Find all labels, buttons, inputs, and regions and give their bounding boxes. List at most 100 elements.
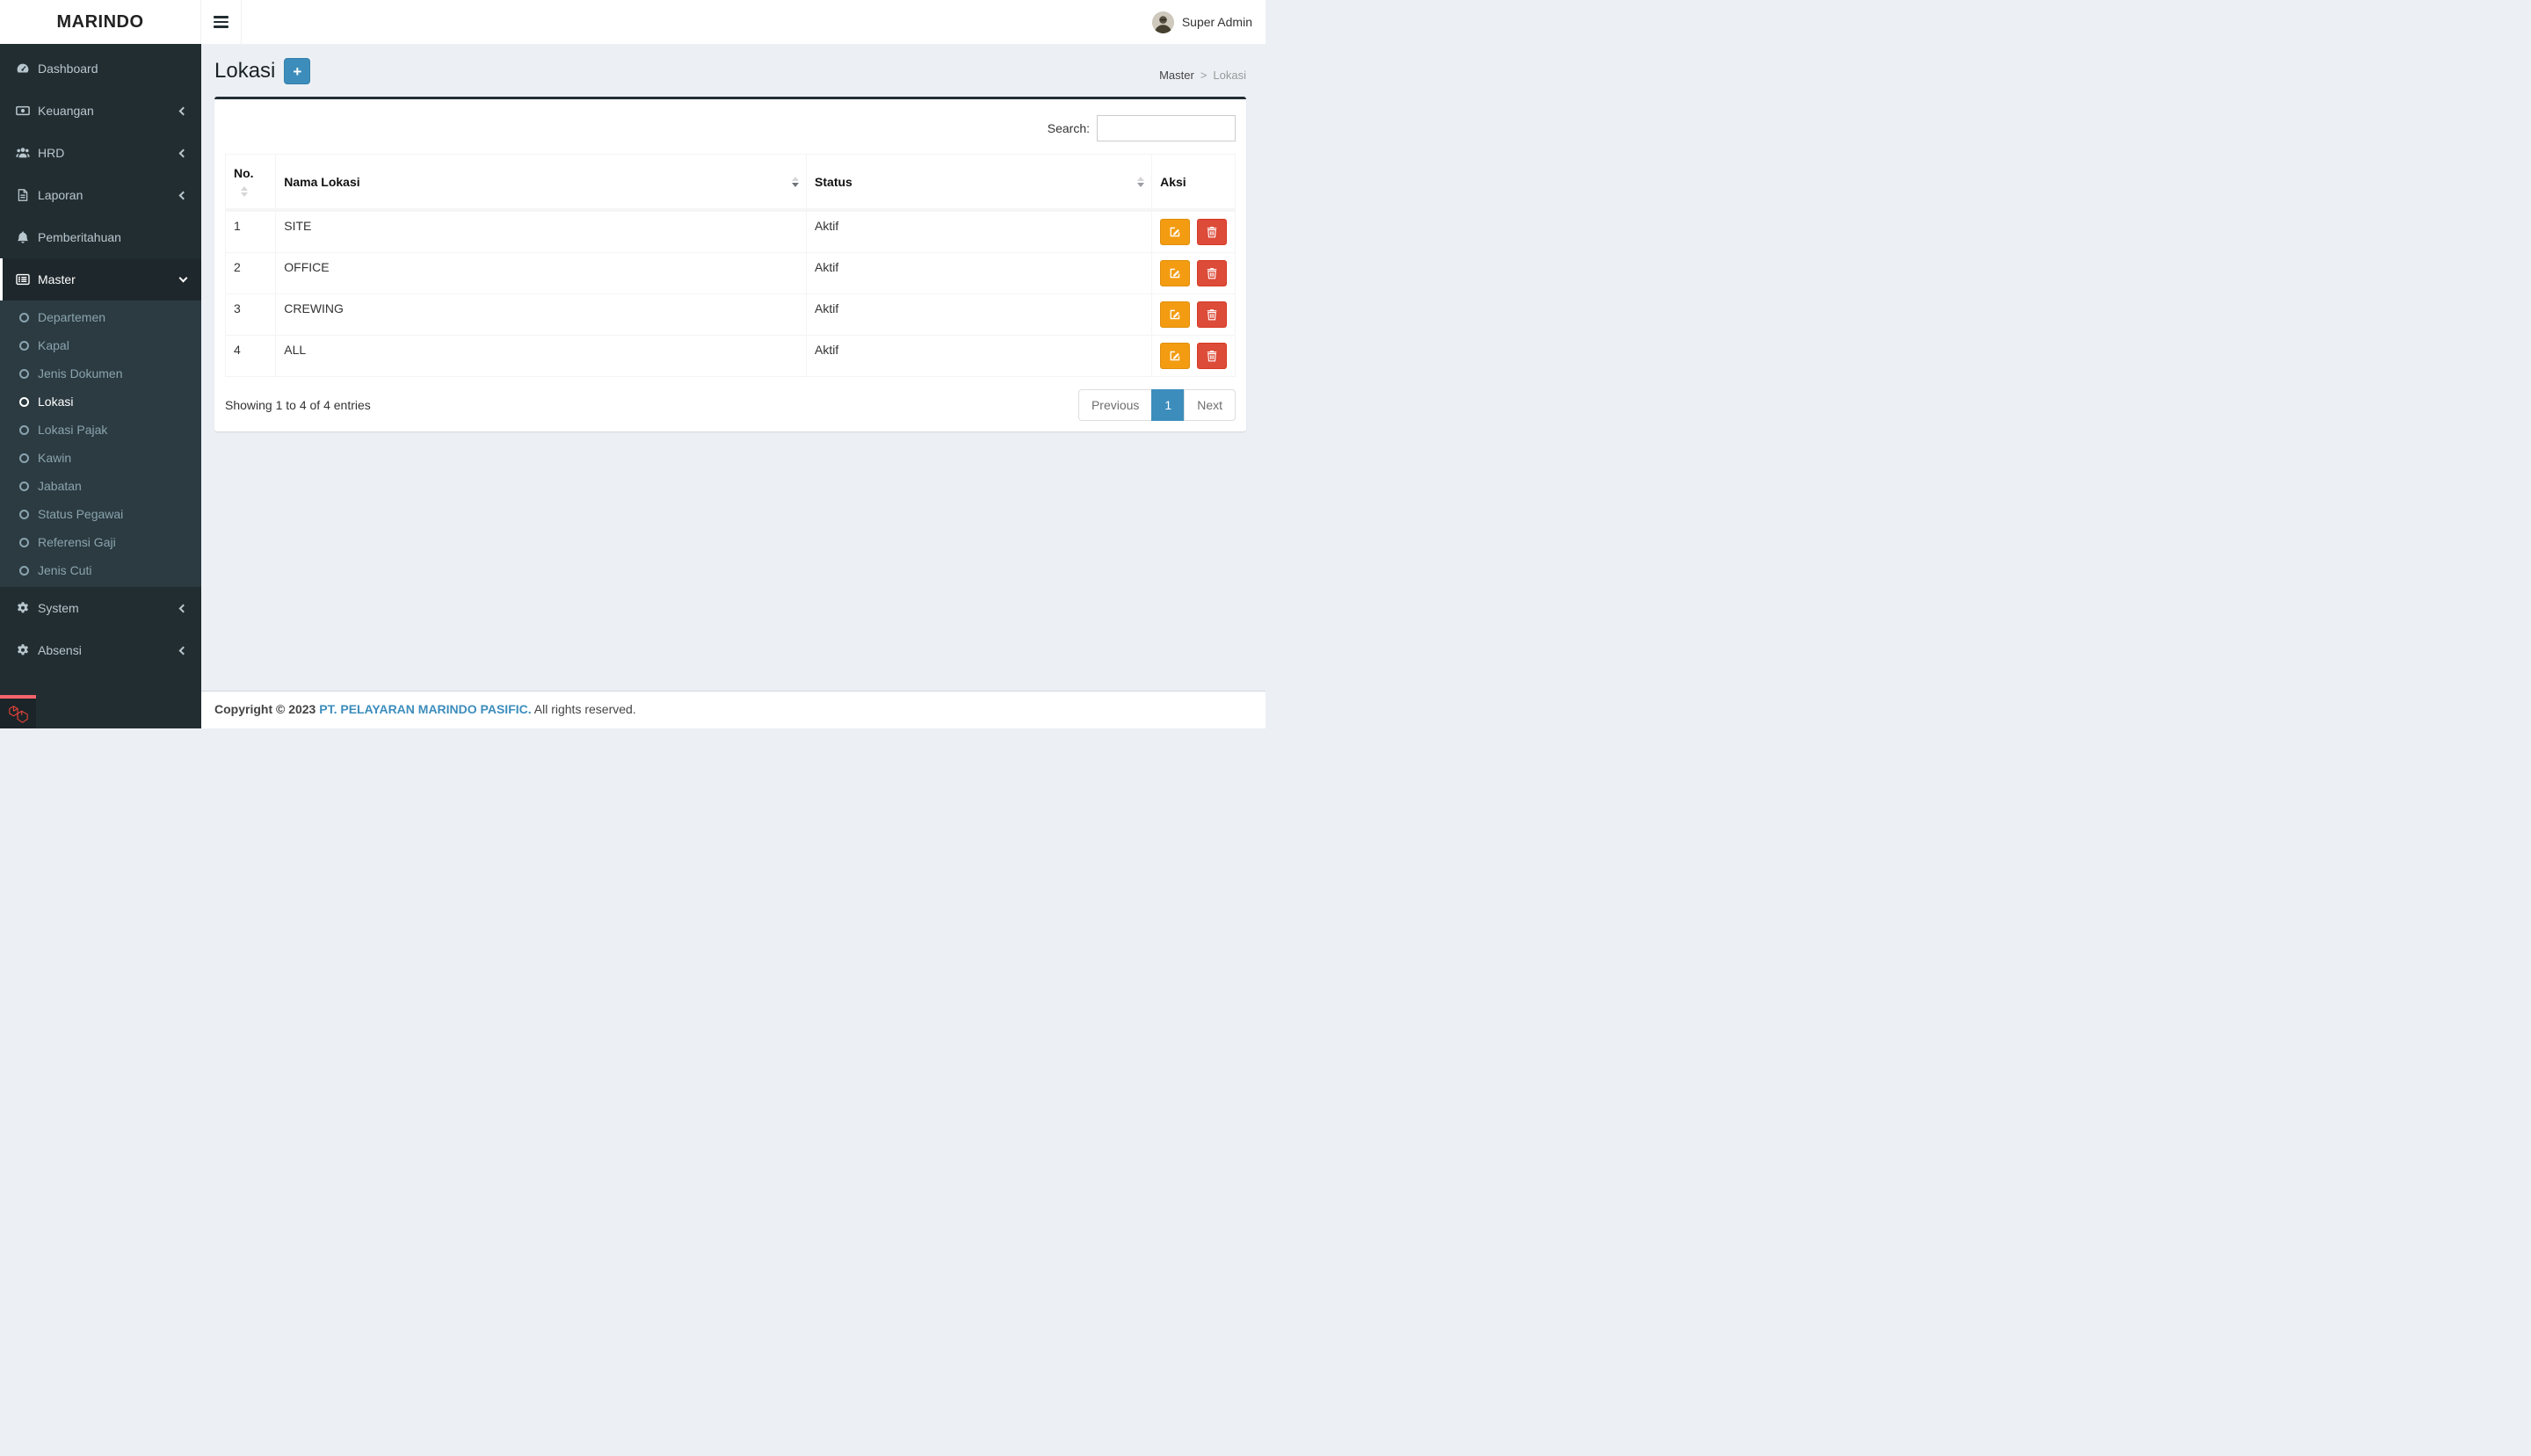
sidebar-link-laporan[interactable]: Laporan (0, 174, 201, 216)
sidebar-item-hrd: HRD (0, 132, 201, 174)
submenu-link-status-pegawai[interactable]: Status Pegawai (0, 500, 201, 528)
circle-icon (19, 312, 29, 322)
breadcrumb-separator: > (1200, 69, 1207, 82)
footer-rights: All rights reserved. (533, 702, 636, 716)
circle-icon (19, 396, 29, 407)
trash-icon (1207, 227, 1217, 238)
page-1-button[interactable]: 1 (1151, 389, 1186, 421)
circle-icon (19, 340, 29, 351)
chevron-left-icon (178, 148, 188, 157)
previous-button[interactable]: Previous (1077, 389, 1153, 421)
user-menu[interactable]: Super Admin (1139, 0, 1266, 44)
submenu-link-kawin[interactable]: Kawin (0, 444, 201, 472)
table-row: 4 ALL Aktif (224, 335, 1236, 377)
submenu-item-jenis-dokumen: Jenis Dokumen (0, 359, 201, 388)
submenu-link-lokasi[interactable]: Lokasi (0, 388, 201, 416)
content-header: Lokasi + Master > Lokasi (214, 57, 1246, 85)
sidebar-link-system[interactable]: System (0, 587, 201, 629)
submenu-link-lokasi-pajak[interactable]: Lokasi Pajak (0, 416, 201, 444)
chevron-left-icon (178, 191, 188, 199)
user-name: Super Admin (1181, 15, 1252, 29)
laravel-debugbar-toggle[interactable] (0, 695, 36, 728)
circle-icon (19, 537, 29, 547)
chevron-left-icon (178, 646, 188, 655)
user-avatar (1151, 11, 1174, 33)
file-text-icon (16, 188, 38, 202)
edit-button[interactable] (1160, 343, 1191, 369)
cell-status: Aktif (806, 209, 1153, 253)
pencil-square-icon (1170, 268, 1180, 279)
circle-icon (19, 509, 29, 519)
submenu-link-referensi-gaji[interactable]: Referensi Gaji (0, 528, 201, 556)
trash-icon (1207, 351, 1217, 362)
edit-button[interactable] (1160, 260, 1191, 286)
content-area: Lokasi + Master > Lokasi Search: No. Nam… (201, 44, 1266, 691)
breadcrumb: Master > Lokasi (1159, 69, 1246, 85)
next-button[interactable]: Next (1184, 389, 1236, 421)
edit-button[interactable] (1160, 301, 1191, 328)
cell-aksi (1151, 252, 1236, 294)
search-input[interactable] (1097, 115, 1236, 141)
pagination-next: Next (1184, 389, 1236, 421)
brand-logo[interactable]: MARINDO (0, 0, 201, 44)
sidebar-link-pemberitahuan[interactable]: Pemberitahuan (0, 216, 201, 258)
submenu-item-referensi-gaji: Referensi Gaji (0, 528, 201, 556)
circle-icon (19, 424, 29, 435)
cell-no: 4 (224, 335, 277, 377)
cell-nama: ALL (275, 335, 808, 377)
delete-button[interactable] (1196, 260, 1227, 286)
cell-no: 1 (224, 209, 277, 253)
submenu-item-lokasi: Lokasi (0, 388, 201, 416)
column-header-status[interactable]: Status (806, 154, 1153, 212)
sidebar-menu: Dashboard Keuangan HRD Laporan Pemberita… (0, 44, 201, 671)
delete-button[interactable] (1196, 301, 1227, 328)
submenu-link-jenis-cuti[interactable]: Jenis Cuti (0, 556, 201, 584)
sidebar: Dashboard Keuangan HRD Laporan Pemberita… (0, 44, 201, 728)
sidebar-link-hrd[interactable]: HRD (0, 132, 201, 174)
cell-aksi (1151, 209, 1236, 253)
plus-icon: + (293, 62, 302, 80)
sidebar-link-keuangan[interactable]: Keuangan (0, 90, 201, 132)
master-submenu: Departemen Kapal Jenis Dokumen Lokasi Lo… (0, 301, 201, 587)
cell-nama: CREWING (275, 293, 808, 336)
cell-status: Aktif (806, 335, 1153, 377)
add-button[interactable]: + (284, 58, 311, 84)
delete-button[interactable] (1196, 219, 1227, 245)
chevron-left-icon (178, 604, 188, 612)
sidebar-toggle-button[interactable] (201, 0, 242, 44)
breadcrumb-master-link[interactable]: Master (1159, 69, 1194, 82)
delete-button[interactable] (1196, 343, 1227, 369)
submenu-item-kapal: Kapal (0, 331, 201, 359)
circle-icon (19, 453, 29, 463)
column-header-nama-lokasi[interactable]: Nama Lokasi (275, 154, 808, 212)
submenu-link-jabatan[interactable]: Jabatan (0, 472, 201, 500)
submenu-link-departemen[interactable]: Departemen (0, 303, 201, 331)
sidebar-link-absensi[interactable]: Absensi (0, 629, 201, 671)
laravel-icon (8, 706, 28, 723)
cell-aksi (1151, 293, 1236, 336)
sidebar-link-dashboard[interactable]: Dashboard (0, 47, 201, 90)
page-footer: Copyright © 2023 PT. PELAYARAN MARINDO P… (201, 691, 1266, 728)
gear-icon (16, 601, 38, 615)
sidebar-link-master[interactable]: Master (0, 258, 201, 301)
pagination-previous: Previous (1077, 389, 1153, 421)
column-header-no[interactable]: No. (224, 154, 277, 212)
submenu-link-jenis-dokumen[interactable]: Jenis Dokumen (0, 359, 201, 388)
footer-copyright: Copyright © 2023 (214, 702, 316, 716)
table-row: 2 OFFICE Aktif (224, 252, 1236, 294)
sidebar-item-absensi: Absensi (0, 629, 201, 671)
entries-info: Showing 1 to 4 of 4 entries (225, 398, 371, 412)
sidebar-item-pemberitahuan: Pemberitahuan (0, 216, 201, 258)
trash-icon (1207, 309, 1217, 321)
edit-button[interactable] (1160, 219, 1191, 245)
chevron-left-icon (178, 106, 188, 115)
submenu-link-kapal[interactable]: Kapal (0, 331, 201, 359)
data-panel: Search: No. Nama Lokasi Status Aksi 1 SI… (214, 97, 1246, 431)
footer-company-link[interactable]: PT. PELAYARAN MARINDO PASIFIC. (319, 702, 531, 716)
sort-icon (792, 176, 800, 187)
cell-no: 3 (224, 293, 277, 336)
cell-no: 2 (224, 252, 277, 294)
sort-icon (1137, 176, 1145, 187)
table-row: 3 CREWING Aktif (224, 293, 1236, 336)
bell-icon (16, 230, 38, 244)
